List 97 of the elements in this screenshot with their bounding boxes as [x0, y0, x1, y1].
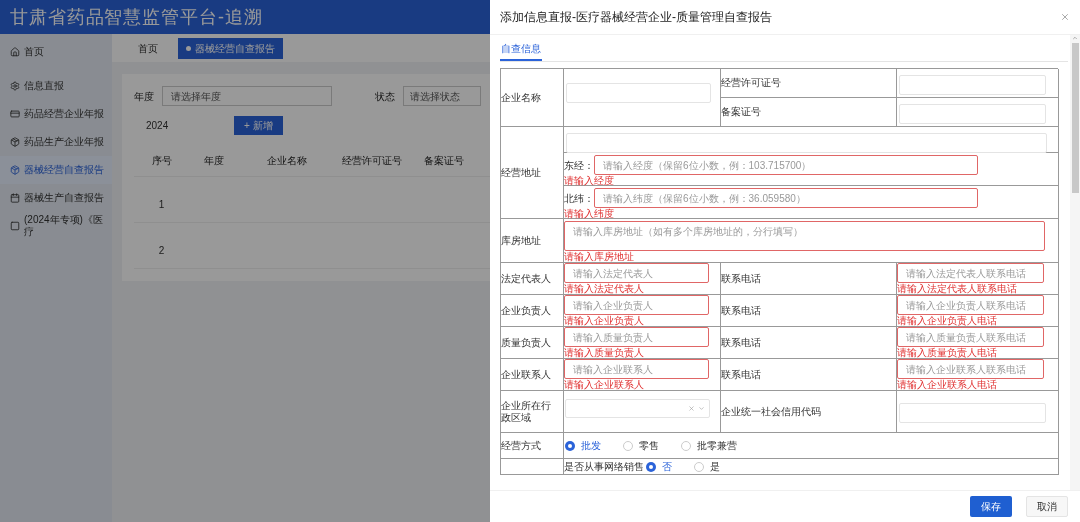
- radio-label: 批发: [581, 439, 601, 452]
- form-label: 联系电话: [721, 304, 761, 317]
- form-label: 质量负责人: [501, 336, 551, 349]
- contact-name-field[interactable]: 请输入企业负责人: [564, 295, 709, 315]
- form-label: 经营地址: [501, 166, 541, 180]
- status-select[interactable]: 请选择状态: [403, 86, 481, 106]
- contact-name-field[interactable]: 请输入企业联系人: [564, 359, 709, 379]
- coordinate-field[interactable]: 请输入纬度（保留6位小数，例：36.059580）: [594, 188, 978, 208]
- cancel-button[interactable]: 取消: [1026, 496, 1068, 517]
- form-label: 经营许可证号: [721, 77, 781, 89]
- error-message: 请输入法定代表人联系电话: [897, 283, 1018, 294]
- dialog-title: 添加信息直报-医疗器械经营企业-质量管理自查报告: [500, 9, 772, 26]
- radio-button[interactable]: [694, 462, 704, 472]
- sidebar-item[interactable]: 信息直报: [0, 72, 112, 100]
- error-message: 请输入企业负责人: [564, 315, 645, 326]
- form-label: 企业联系人: [501, 368, 551, 381]
- form-label: 企业统一社会信用代码: [721, 405, 821, 418]
- company-name-field[interactable]: [566, 82, 711, 103]
- form-label: 经营方式: [501, 439, 541, 452]
- sidebar-item[interactable]: 药品生产企业年报: [0, 128, 112, 156]
- sidebar-item[interactable]: 器械生产自查报告: [0, 184, 112, 212]
- table-cell-text: 2: [157, 244, 166, 258]
- error-message: 请输入纬度: [564, 208, 614, 219]
- radio-button[interactable]: [565, 440, 575, 451]
- form-label: 联系电话: [721, 272, 761, 285]
- column-header: 经营许可证号: [340, 154, 403, 168]
- scroll-up-icon[interactable]: [1072, 35, 1078, 41]
- home-icon: [10, 47, 20, 57]
- error-message: 请输入企业联系人: [564, 379, 645, 390]
- column-header: 序号: [150, 154, 173, 168]
- sidebar-item[interactable]: 药品经营企业年报: [0, 100, 112, 128]
- error-message: 请输入库房地址: [564, 251, 634, 262]
- column-header: 企业名称: [265, 154, 308, 168]
- form-label: 库房地址: [501, 234, 541, 247]
- save-button[interactable]: 保存: [970, 496, 1012, 517]
- calendar-icon: [10, 193, 20, 203]
- error-message: 请输入质量负责人: [564, 347, 645, 358]
- field-label: 状态: [375, 89, 395, 104]
- error-message: 请输入法定代表人: [564, 283, 645, 294]
- radio-label: 零售: [639, 439, 659, 452]
- box-icon: [10, 137, 20, 147]
- radio-label: 否: [662, 461, 672, 473]
- form-label: 联系电话: [721, 336, 761, 349]
- contact-name-field[interactable]: 请输入质量负责人: [564, 327, 709, 347]
- coordinate-label: 北纬：: [564, 191, 594, 206]
- contact-name-field[interactable]: 请输入法定代表人: [564, 263, 709, 283]
- radio-label: 是: [710, 461, 720, 473]
- clear-icon[interactable]: [688, 405, 695, 412]
- radio-button[interactable]: [681, 440, 691, 451]
- column-header: 年度: [203, 154, 225, 168]
- warehouse-address-field[interactable]: 请输入库房地址（如有多个库房地址的，分行填写）: [564, 221, 1045, 251]
- sidebar-item[interactable]: 器械经营自查报告: [0, 156, 112, 184]
- sidebar-item[interactable]: (2024年专项)《医疗: [0, 212, 112, 240]
- card-icon: [10, 109, 20, 119]
- column-header: 备案证号: [423, 154, 465, 168]
- field-label: 年度: [134, 89, 154, 104]
- coordinate-label: 东经：: [564, 158, 594, 173]
- region-select[interactable]: [565, 399, 710, 418]
- error-message: 请输入经度: [564, 175, 614, 186]
- phone-field[interactable]: 请输入质量负责人联系电话: [897, 327, 1044, 347]
- year-picker[interactable]: 2024: [134, 118, 204, 133]
- app-title: 甘肃省药品智慧监管平台-追溯: [10, 5, 263, 29]
- phone-field[interactable]: 请输入企业负责人联系电话: [897, 295, 1044, 315]
- radio-button[interactable]: [646, 462, 656, 472]
- record-number-field[interactable]: [899, 103, 1046, 124]
- error-message: 请输入质量负责人电话: [897, 347, 998, 358]
- address-field[interactable]: [566, 132, 1047, 153]
- form-label: 企业负责人: [501, 304, 551, 317]
- error-message: 请输入企业负责人电话: [897, 315, 998, 326]
- form-label: 企业名称: [501, 91, 541, 105]
- square-icon: [10, 221, 20, 231]
- add-button[interactable]: + 新增: [234, 116, 283, 135]
- form-label: 备案证号: [721, 106, 761, 118]
- scrollbar[interactable]: [1070, 35, 1080, 490]
- form-label: 是否从事网络销售: [564, 461, 644, 473]
- form-label: 法定代表人: [501, 272, 551, 285]
- year-select[interactable]: 请选择年度: [162, 86, 332, 106]
- form-label: 企业所在行政区域: [501, 399, 552, 424]
- scrollbar-thumb[interactable]: [1071, 43, 1079, 193]
- phone-field[interactable]: 请输入法定代表人联系电话: [897, 263, 1044, 283]
- caret-icon: [698, 405, 705, 412]
- settings-icon: [10, 81, 20, 91]
- box-icon: [10, 165, 20, 175]
- page-tab[interactable]: 器械经营自查报告: [178, 37, 283, 59]
- error-message: 请输入企业联系人电话: [897, 379, 998, 390]
- form-label: 联系电话: [721, 368, 761, 381]
- form-tab[interactable]: 自查信息: [500, 43, 542, 61]
- sidebar-item[interactable]: 首页: [0, 38, 112, 66]
- phone-field[interactable]: 请输入企业联系人联系电话: [897, 359, 1044, 379]
- credit-code-field[interactable]: [899, 402, 1046, 423]
- radio-label: 批零兼营: [697, 439, 737, 452]
- close-icon[interactable]: [1060, 12, 1070, 22]
- page-tab[interactable]: 首页: [130, 37, 166, 59]
- table-cell-text: 1: [157, 198, 166, 212]
- radio-button[interactable]: [623, 440, 633, 451]
- coordinate-field[interactable]: 请输入经度（保留6位小数，例：103.715700）: [594, 155, 978, 175]
- license-number-field[interactable]: [899, 74, 1046, 95]
